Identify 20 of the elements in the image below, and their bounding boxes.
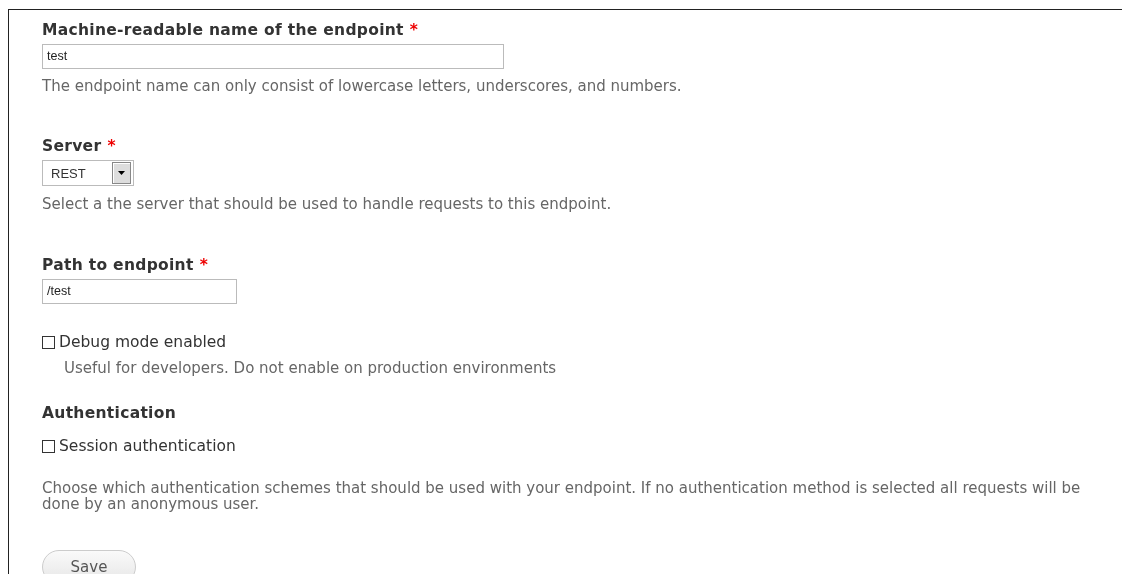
field-description: Select a the server that should be used to handle requests to this endpoint. xyxy=(42,196,612,212)
input-field[interactable]: test xyxy=(42,44,504,69)
field-description: The endpoint name can only consist of lowercase letters, underscores, and numbers. xyxy=(42,78,682,94)
checkbox[interactable] xyxy=(42,335,55,349)
field-label: Machine-readable name of the endpoint xyxy=(42,21,404,39)
required-mark: * xyxy=(409,21,419,39)
input-field[interactable]: /test xyxy=(42,279,237,304)
required-mark: * xyxy=(107,137,116,155)
server-dropdown[interactable]: REST xyxy=(42,160,134,186)
save-button[interactable]: Save xyxy=(42,550,136,574)
section-heading: Authentication xyxy=(42,404,176,422)
checkbox-label[interactable]: Session authentication xyxy=(59,437,236,455)
checkbox-label[interactable]: Debug mode enabled xyxy=(59,333,227,351)
field-label: Server xyxy=(42,137,102,155)
checkbox[interactable] xyxy=(42,439,55,453)
field-description: Choose which authentication schemes that should be used with your endpoint. If no authentication method is selected all requests will be done by an anonymous user. xyxy=(42,480,1082,512)
required-mark: * xyxy=(199,256,209,274)
dropdown-arrow-icon xyxy=(118,171,125,175)
field-label: Path to endpoint xyxy=(42,256,194,274)
field-description: Useful for developers. Do not enable on production environments xyxy=(64,360,557,376)
